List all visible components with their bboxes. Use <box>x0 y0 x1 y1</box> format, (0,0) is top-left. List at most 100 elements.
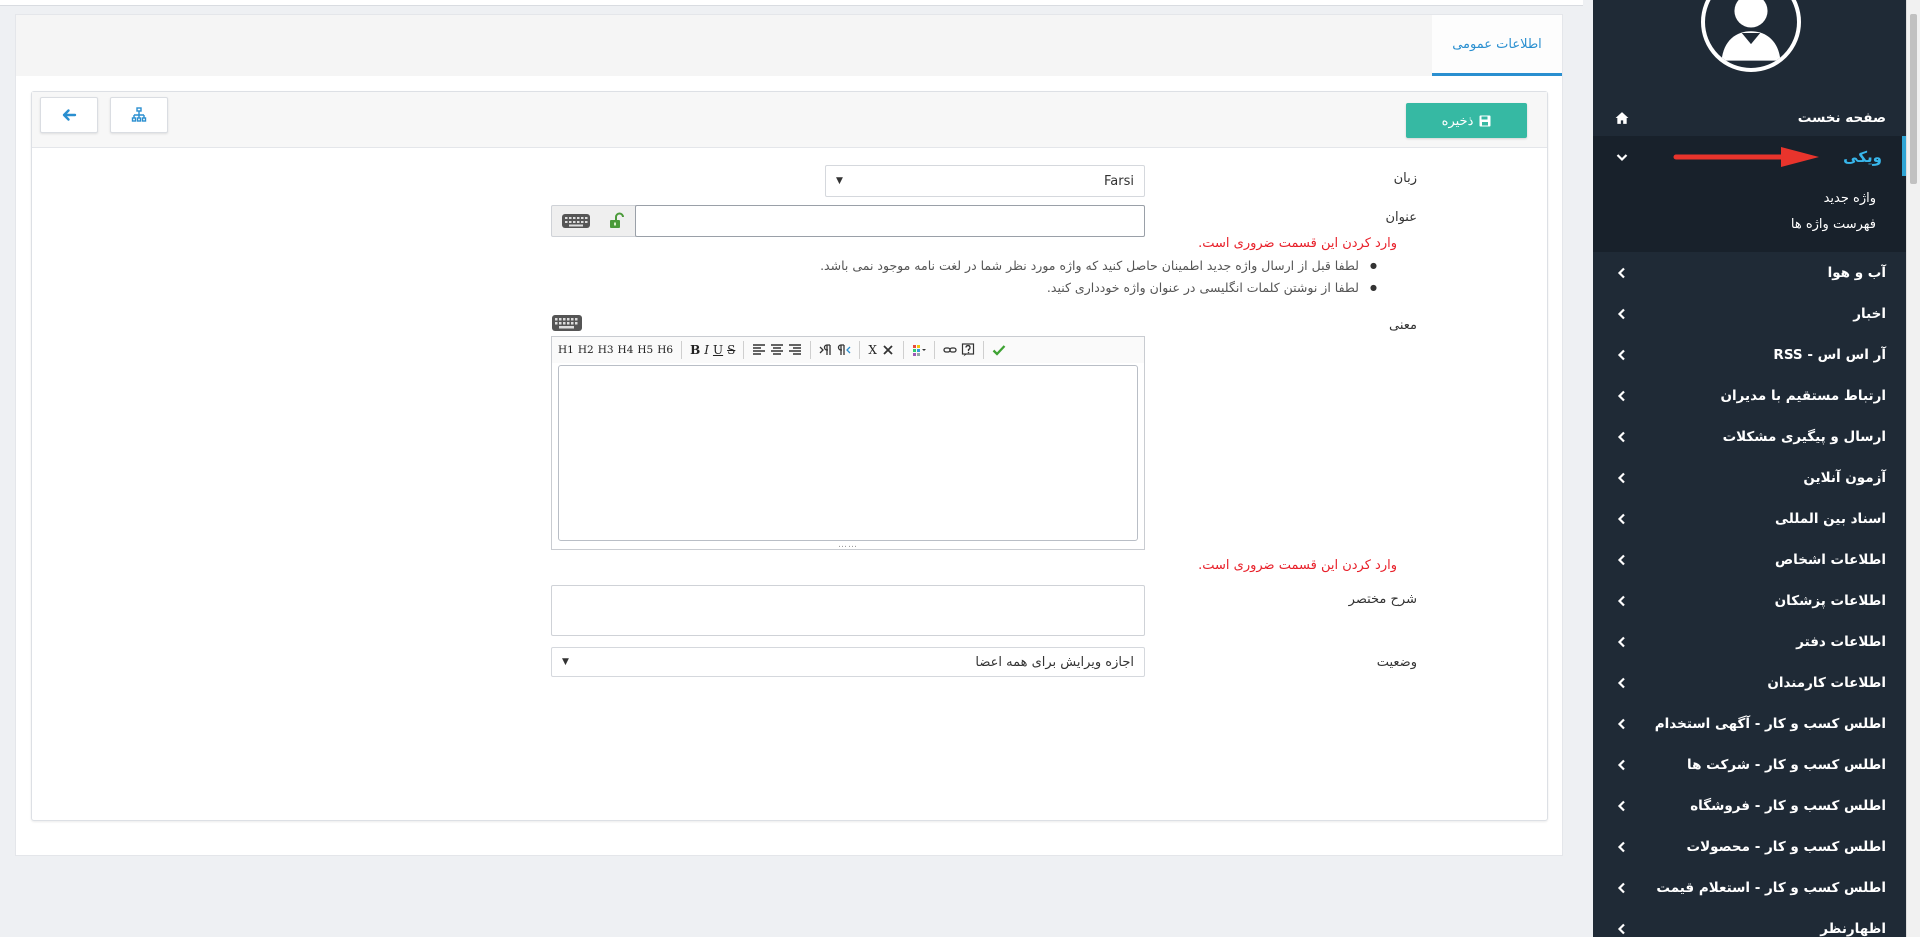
sidebar-item-label: اخبار <box>1853 305 1886 322</box>
keyboard-button[interactable] <box>551 205 600 237</box>
sidebar-item[interactable]: اسناد بین المللی <box>1593 498 1906 539</box>
tree-button[interactable] <box>110 97 168 133</box>
title-label: عنوان <box>1385 210 1417 225</box>
tab-bar: اطلاعات عمومی <box>15 14 1563 77</box>
sidebar-item[interactable]: ارتباط مستقیم با مدیران <box>1593 375 1906 416</box>
sidebar-item[interactable]: اطلاعات پزشکان <box>1593 580 1906 621</box>
toolbar-divider <box>810 341 812 359</box>
save-button-label: ذخیره <box>1441 112 1474 128</box>
align-center-button[interactable] <box>768 340 786 360</box>
sidebar-item[interactable]: اخبار <box>1593 293 1906 334</box>
sidebar-item-home[interactable]: صفحه نخست <box>1593 97 1906 138</box>
h5-button[interactable]: H5 <box>635 340 655 360</box>
editor-content[interactable] <box>558 365 1138 541</box>
home-icon <box>1611 107 1633 129</box>
sidebar-item[interactable]: اطلس کسب و کار - آگهی استخدام <box>1593 703 1906 744</box>
ltr-icon <box>819 344 831 355</box>
sidebar-item-label: اسناد بین المللی <box>1775 510 1886 527</box>
sidebar-item[interactable]: آب و هوا <box>1593 252 1906 293</box>
align-right-icon <box>789 344 802 355</box>
bold-button[interactable]: B <box>688 340 702 360</box>
rtl-icon <box>838 344 851 355</box>
strikethrough-button[interactable]: S <box>725 340 737 360</box>
ltr-button[interactable] <box>817 340 835 360</box>
sidebar-item[interactable]: آزمون آنلاین <box>1593 457 1906 498</box>
scrollbar[interactable] <box>1906 0 1920 937</box>
toolbar-divider <box>859 341 861 359</box>
sidebar-item[interactable]: اطلس کسب و کار - فروشگاه <box>1593 785 1906 826</box>
align-right-button[interactable] <box>786 340 804 360</box>
color-grid-icon <box>912 345 926 356</box>
sidebar-item-label: آب و هوا <box>1827 264 1886 281</box>
sidebar-item[interactable]: اظهارنظر <box>1593 908 1906 937</box>
sidebar-item[interactable]: اطلاعات کارمندان <box>1593 662 1906 703</box>
check-button[interactable] <box>990 340 1008 360</box>
rtl-button[interactable] <box>835 340 853 360</box>
sidebar-item[interactable]: اطلس کسب و کار - استعلام قیمت <box>1593 867 1906 908</box>
h3-button[interactable]: H3 <box>596 340 616 360</box>
h6-button[interactable]: H6 <box>655 340 675 360</box>
summary-label: شرح مختصر <box>1348 592 1417 607</box>
link-icon <box>943 347 957 353</box>
sidebar-item-label: اطلاعات اشخاص <box>1774 551 1886 568</box>
summary-textarea[interactable] <box>551 585 1145 636</box>
help-button[interactable] <box>959 340 977 360</box>
status-value: اجازه ویرایش برای همه اعضا <box>975 654 1134 670</box>
keyboard-icon[interactable] <box>551 314 583 332</box>
chevron-left-icon <box>1611 754 1633 776</box>
chevron-left-icon <box>1611 262 1633 284</box>
remove-format-button[interactable] <box>879 340 897 360</box>
chevron-down-icon <box>1611 146 1633 168</box>
sidebar-item-label: اظهارنظر <box>1820 920 1886 937</box>
chevron-left-icon <box>1611 508 1633 530</box>
sidebar-item-label: ارسال و پیگیری مشکلات <box>1722 428 1886 445</box>
sidebar-item[interactable]: اطلس کسب و کار - محصولات <box>1593 826 1906 867</box>
underline-button[interactable]: U <box>711 340 725 360</box>
chevron-left-icon <box>1611 344 1633 366</box>
editor-resize-handle[interactable]: …… <box>838 540 858 550</box>
chevron-left-icon <box>1611 549 1633 571</box>
language-select[interactable]: ▼ Farsi <box>825 165 1145 197</box>
sidebar-item-label: ارتباط مستقیم با مدیران <box>1720 387 1886 404</box>
chevron-left-icon <box>1611 303 1633 325</box>
sidebar-item[interactable]: آر اس اس - RSS <box>1593 334 1906 375</box>
sidebar-item-label: اطلاعات کارمندان <box>1767 674 1886 691</box>
sidebar-item[interactable]: اطلس کسب و کار - شرکت ها <box>1593 744 1906 785</box>
submenu-item-word-list[interactable]: فهرست واژه ها <box>1593 212 1876 238</box>
avatar[interactable] <box>1701 0 1801 72</box>
h1-button[interactable]: H1 <box>556 340 576 360</box>
main-panel: ذخیره زبان ▼ Farsi عنوان وارد کردن این ق… <box>15 76 1563 856</box>
rich-text-editor: H1 H2 H3 H4 H5 H6 B I U S X …… <box>551 336 1145 550</box>
align-left-button[interactable] <box>750 340 768 360</box>
tab-general-info[interactable]: اطلاعات عمومی <box>1432 15 1562 77</box>
help-icon <box>961 343 974 357</box>
lock-button[interactable] <box>599 205 636 237</box>
title-input[interactable] <box>635 205 1145 237</box>
sitemap-icon <box>131 107 147 122</box>
italic-button[interactable]: I <box>702 340 711 360</box>
subscript-button[interactable]: X <box>866 340 879 360</box>
language-label: زبان <box>1393 171 1417 186</box>
sidebar-item[interactable]: اطلاعات اشخاص <box>1593 539 1906 580</box>
title-error: وارد کردن این قسمت ضروری است. <box>1198 236 1397 251</box>
hint-item: لطفا از نوشتن کلمات انگلیسی در عنوان واژ… <box>820 277 1379 299</box>
h2-button[interactable]: H2 <box>576 340 596 360</box>
keyboard-icon <box>561 214 590 228</box>
sidebar-item[interactable]: ارسال و پیگیری مشکلات <box>1593 416 1906 457</box>
color-button[interactable] <box>910 340 928 360</box>
link-button[interactable] <box>941 340 959 360</box>
back-button[interactable] <box>40 97 98 133</box>
align-center-icon <box>771 344 784 355</box>
chevron-down-icon: ▼ <box>562 657 569 667</box>
user-icon <box>1721 0 1781 61</box>
h4-button[interactable]: H4 <box>616 340 636 360</box>
arrow-left-icon <box>62 109 77 121</box>
sidebar-item-label: اطلاعات پزشکان <box>1774 592 1886 609</box>
sidebar-item[interactable]: اطلاعات دفتر <box>1593 621 1906 662</box>
status-label: وضعیت <box>1376 655 1417 670</box>
save-button[interactable]: ذخیره <box>1406 103 1527 138</box>
submenu-item-new-word[interactable]: واژه جدید <box>1593 186 1876 212</box>
meaning-label: معنی <box>1389 318 1417 333</box>
status-select[interactable]: ▼ اجازه ویرایش برای همه اعضا <box>551 647 1145 677</box>
scrollbar-thumb[interactable] <box>1910 14 1917 184</box>
